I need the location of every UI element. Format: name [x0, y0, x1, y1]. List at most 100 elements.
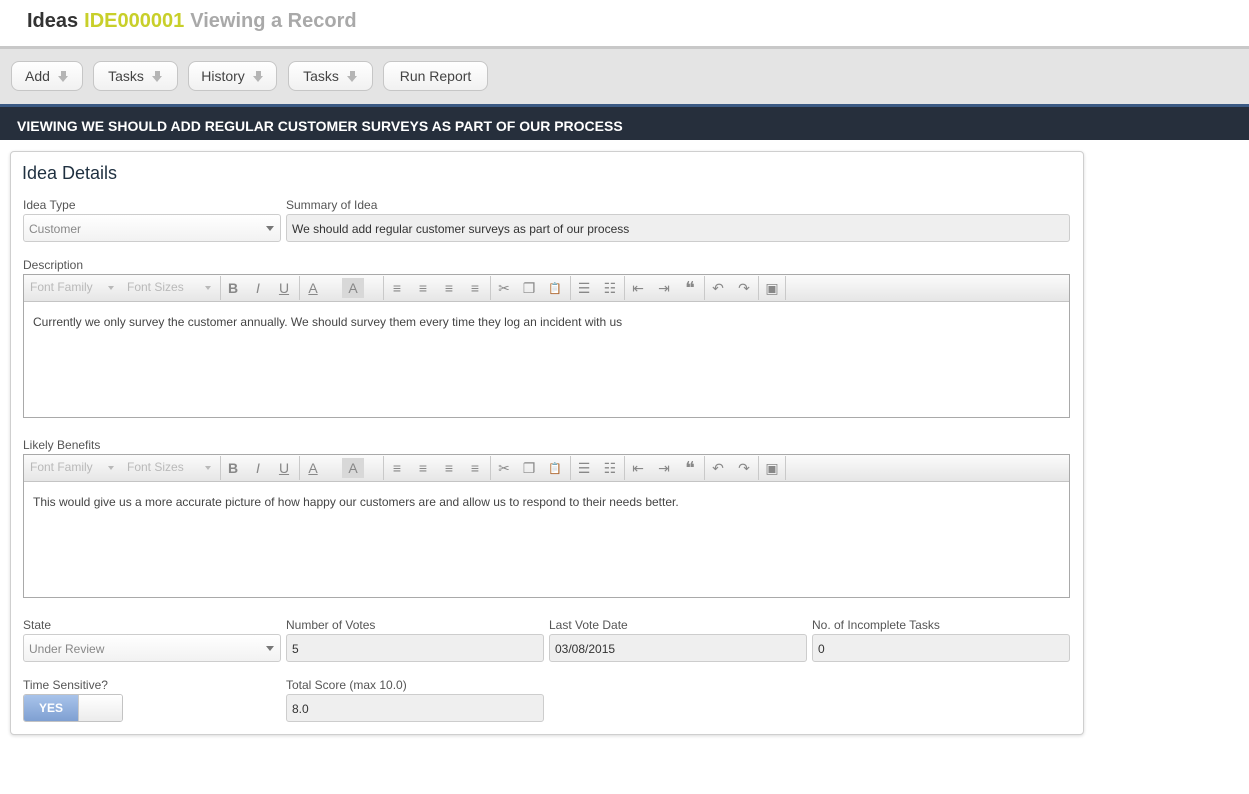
indent-icon[interactable]: ⇥	[653, 458, 675, 478]
align-right-icon[interactable]: ≡	[438, 458, 460, 478]
incomplete-tasks-field[interactable]: 0	[812, 634, 1070, 662]
dropdown-arrow-icon	[57, 70, 69, 82]
redo-icon[interactable]: ↷	[733, 458, 755, 478]
align-center-icon[interactable]: ≡	[412, 278, 434, 298]
numbered-list-icon[interactable]: ☷	[599, 278, 621, 298]
toolbar-separator	[383, 276, 384, 300]
description-text[interactable]: Currently we only survey the customer an…	[33, 315, 622, 329]
bullet-list-icon[interactable]: ☰	[573, 458, 595, 478]
dropdown-arrow-icon	[151, 70, 163, 82]
toolbar-separator	[624, 456, 625, 480]
chevron-down-icon	[266, 646, 274, 651]
undo-icon[interactable]: ↶	[707, 458, 729, 478]
benefits-text[interactable]: This would give us a more accurate pictu…	[33, 495, 679, 509]
action-toolbar: Add Tasks History Tasks Run Report	[0, 49, 1249, 104]
outdent-icon[interactable]: ⇤	[627, 458, 649, 478]
page-title: Ideas IDE000001 Viewing a Record	[27, 10, 357, 33]
run-report-button[interactable]: Run Report	[383, 61, 488, 91]
chevron-down-icon	[108, 466, 114, 470]
font-sizes-select[interactable]: Font Sizes	[123, 278, 215, 298]
toolbar-separator	[383, 456, 384, 480]
dropdown-arrow-icon	[346, 70, 358, 82]
font-sizes-select[interactable]: Font Sizes	[123, 458, 215, 478]
underline-icon[interactable]: U	[273, 278, 295, 298]
undo-icon[interactable]: ↶	[707, 278, 729, 298]
run-report-button-label: Run Report	[399, 68, 472, 84]
align-justify-icon[interactable]: ≡	[464, 278, 486, 298]
toolbar-separator	[570, 456, 571, 480]
underline-icon[interactable]: U	[273, 458, 295, 478]
align-justify-icon[interactable]: ≡	[464, 458, 486, 478]
font-family-select[interactable]: Font Family	[26, 458, 118, 478]
idea-type-select[interactable]: Customer	[23, 214, 281, 242]
italic-icon[interactable]: I	[247, 278, 269, 298]
blockquote-icon[interactable]: ❝	[679, 458, 701, 478]
italic-icon[interactable]: I	[247, 458, 269, 478]
benefits-editor[interactable]: Font Family Font Sizes B I U A A ≡ ≡ ≡ ≡…	[23, 454, 1070, 598]
align-left-icon[interactable]: ≡	[386, 278, 408, 298]
record-id: IDE000001	[84, 10, 185, 32]
align-center-icon[interactable]: ≡	[412, 458, 434, 478]
bullet-list-icon[interactable]: ☰	[573, 278, 595, 298]
align-left-icon[interactable]: ≡	[386, 458, 408, 478]
toolbar-separator	[704, 276, 705, 300]
image-icon[interactable]: ▣	[761, 458, 783, 478]
chevron-down-icon	[205, 466, 211, 470]
toolbar-separator	[704, 456, 705, 480]
tasks-button[interactable]: Tasks	[93, 61, 178, 91]
tasks-secondary-button[interactable]: Tasks	[288, 61, 373, 91]
bold-icon[interactable]: B	[222, 458, 244, 478]
panel-title: Idea Details	[22, 163, 118, 183]
toolbar-separator	[785, 456, 786, 480]
toolbar-separator	[299, 456, 300, 480]
chevron-down-icon	[108, 286, 114, 290]
image-icon[interactable]: ▣	[761, 278, 783, 298]
redo-icon[interactable]: ↷	[733, 278, 755, 298]
time-sensitive-toggle[interactable]: YES	[23, 694, 123, 722]
chevron-down-icon	[266, 226, 274, 231]
summary-label: Summary of Idea	[286, 198, 378, 212]
font-family-select[interactable]: Font Family	[26, 278, 118, 298]
outdent-icon[interactable]: ⇤	[627, 278, 649, 298]
description-editor[interactable]: Font Family Font Sizes B I U A A ≡ ≡ ≡ ≡…	[23, 274, 1070, 418]
paste-icon[interactable]: 📋	[544, 278, 566, 298]
votes-field[interactable]: 5	[286, 634, 544, 662]
idea-details-panel: Idea Details Idea Type Customer Summary …	[10, 151, 1084, 735]
font-family-label: Font Family	[30, 460, 93, 474]
toolbar-separator	[299, 276, 300, 300]
add-button[interactable]: Add	[11, 61, 83, 91]
toggle-knob	[78, 695, 122, 721]
toolbar-separator	[220, 276, 221, 300]
history-button-label: History	[201, 68, 245, 84]
bold-icon[interactable]: B	[222, 278, 244, 298]
state-select[interactable]: Under Review	[23, 634, 281, 662]
toolbar-separator	[220, 456, 221, 480]
incomplete-tasks-label: No. of Incomplete Tasks	[812, 618, 940, 632]
align-right-icon[interactable]: ≡	[438, 278, 460, 298]
tasks-button-label: Tasks	[108, 68, 144, 84]
time-sensitive-label: Time Sensitive?	[23, 678, 108, 692]
votes-label: Number of Votes	[286, 618, 376, 632]
module-name: Ideas	[27, 10, 79, 32]
indent-icon[interactable]: ⇥	[653, 278, 675, 298]
text-color-icon[interactable]: A	[302, 278, 324, 298]
paste-icon[interactable]: 📋	[544, 458, 566, 478]
text-color-icon[interactable]: A	[302, 458, 324, 478]
cut-icon[interactable]: ✂	[493, 278, 515, 298]
numbered-list-icon[interactable]: ☷	[599, 458, 621, 478]
copy-icon[interactable]: ❐	[518, 458, 540, 478]
last-vote-date-field[interactable]: 03/08/2015	[549, 634, 807, 662]
history-button[interactable]: History	[188, 61, 277, 91]
page-header: Ideas IDE000001 Viewing a Record	[0, 0, 1249, 46]
last-vote-date-label: Last Vote Date	[549, 618, 628, 632]
font-sizes-label: Font Sizes	[127, 280, 184, 294]
blockquote-icon[interactable]: ❝	[679, 278, 701, 298]
total-score-field[interactable]: 8.0	[286, 694, 544, 722]
summary-field[interactable]: We should add regular customer surveys a…	[286, 214, 1070, 242]
add-button-label: Add	[25, 68, 50, 84]
toolbar-separator	[785, 276, 786, 300]
background-color-icon[interactable]: A	[342, 278, 364, 298]
copy-icon[interactable]: ❐	[518, 278, 540, 298]
cut-icon[interactable]: ✂	[493, 458, 515, 478]
background-color-icon[interactable]: A	[342, 458, 364, 478]
